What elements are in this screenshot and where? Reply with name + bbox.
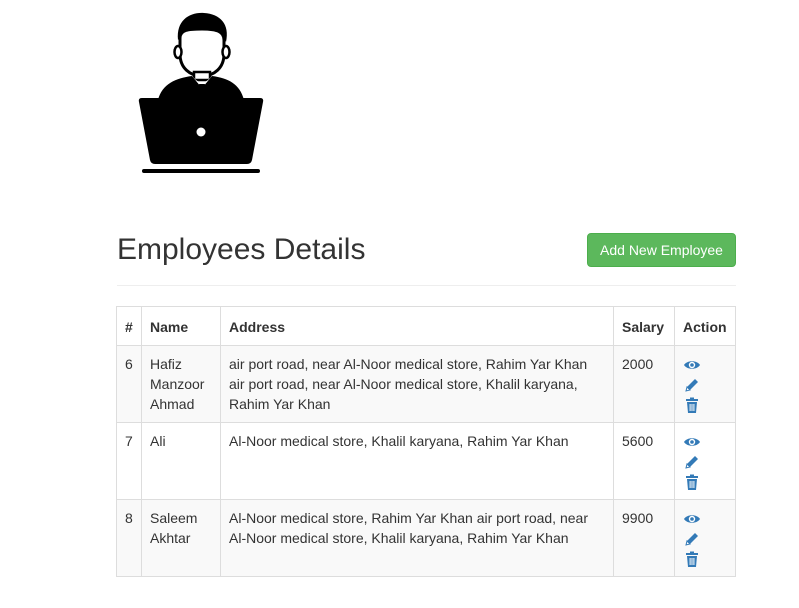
row-address: Al-Noor medical store, Khalil karyana, R… (220, 422, 614, 500)
row-name: Hafiz Manzoor Ahmad (141, 345, 221, 423)
delete-icon[interactable] (683, 396, 701, 414)
add-new-employee-button[interactable]: Add New Employee (587, 233, 736, 267)
row-id: 6 (116, 345, 142, 423)
row-salary: 2000 (613, 345, 675, 423)
row-salary: 5600 (613, 422, 675, 500)
delete-icon[interactable] (683, 473, 701, 491)
edit-icon[interactable] (683, 453, 701, 471)
row-actions (674, 422, 736, 500)
row-actions (674, 499, 736, 577)
column-header-salary: Salary (613, 306, 675, 346)
row-address: Al-Noor medical store, Rahim Yar Khan ai… (220, 499, 614, 577)
row-name: Ali (141, 422, 221, 500)
row-address: air port road, near Al-Noor medical stor… (220, 345, 614, 423)
row-salary: 9900 (613, 499, 675, 577)
table-header-row: # Name Address Salary Action (116, 306, 736, 346)
view-icon[interactable] (683, 510, 701, 528)
table-row: 7 Ali Al-Noor medical store, Khalil kary… (116, 422, 736, 500)
column-header-action: Action (674, 306, 736, 346)
column-header-name: Name (141, 306, 221, 346)
row-name: Saleem Akhtar (141, 499, 221, 577)
edit-icon[interactable] (683, 376, 701, 394)
view-icon[interactable] (683, 356, 701, 374)
row-actions (674, 345, 736, 423)
row-id: 7 (116, 422, 142, 500)
page-title: Employees Details (117, 233, 366, 266)
employee-at-laptop-icon (138, 12, 264, 173)
row-id: 8 (116, 499, 142, 577)
table-row: 6 Hafiz Manzoor Ahmad air port road, nea… (116, 345, 736, 423)
employees-table: # Name Address Salary Action 6 Hafiz Man… (116, 306, 736, 577)
view-icon[interactable] (683, 433, 701, 451)
delete-icon[interactable] (683, 550, 701, 568)
column-header-number: # (116, 306, 142, 346)
table-row: 8 Saleem Akhtar Al-Noor medical store, R… (116, 499, 736, 577)
title-divider (117, 285, 736, 286)
column-header-address: Address (220, 306, 614, 346)
edit-icon[interactable] (683, 530, 701, 548)
